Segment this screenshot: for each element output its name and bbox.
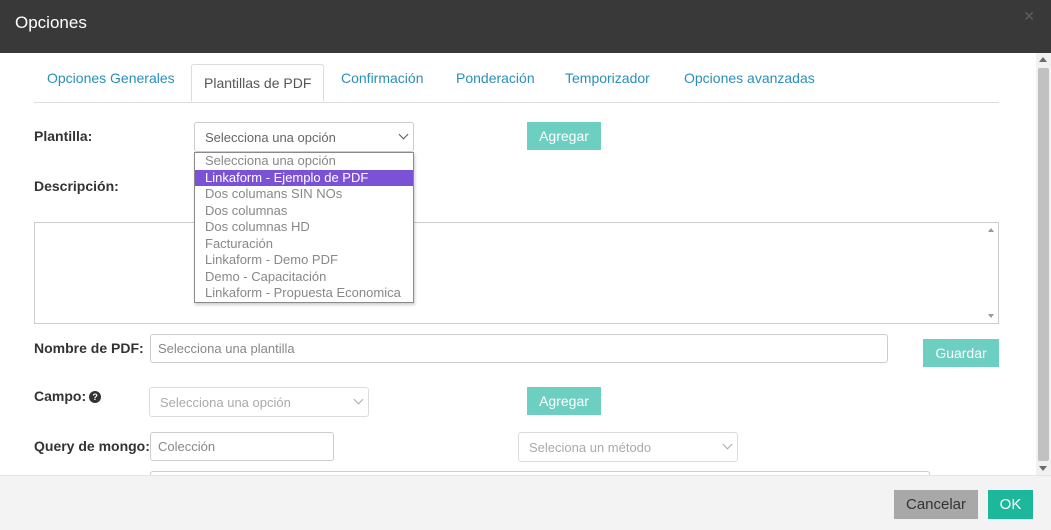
coleccion-input[interactable]: Colección	[150, 432, 334, 461]
dropdown-option-highlighted[interactable]: Linkaform - Ejemplo de PDF	[195, 169, 413, 186]
plantilla-dropdown-list: Selecciona una opción Linkaform - Ejempl…	[194, 152, 414, 303]
dropdown-option[interactable]: Demo - Capacitación	[195, 269, 413, 286]
campo-select[interactable]: Selecciona una opción	[149, 387, 369, 417]
agregar-plantilla-button[interactable]: Agregar	[527, 122, 601, 150]
tab-opciones-generales[interactable]: Opciones Generales	[47, 70, 175, 86]
descripcion-textarea[interactable]	[34, 222, 999, 324]
tab-temporizador[interactable]: Temporizador	[565, 70, 650, 86]
tab-confirmacion[interactable]: Confirmación	[341, 70, 423, 86]
scroll-up-icon[interactable]	[988, 228, 994, 232]
dropdown-option[interactable]: Selecciona una opción	[195, 153, 413, 170]
dialog-content: Opciones Generales Plantillas de PDF Con…	[0, 53, 1036, 475]
dropdown-option[interactable]: Facturación	[195, 236, 413, 253]
tab-opciones-avanzadas[interactable]: Opciones avanzadas	[684, 70, 815, 86]
nombre-pdf-label: Nombre de PDF:	[34, 340, 144, 356]
chevron-down-icon	[353, 394, 364, 405]
scroll-down-icon[interactable]	[988, 314, 994, 318]
tab-bar: Opciones Generales Plantillas de PDF Con…	[34, 64, 999, 103]
dialog-titlebar: Opciones ✕	[0, 0, 1051, 53]
dialog-scrollbar[interactable]	[1036, 53, 1051, 475]
metodo-select[interactable]: Seleciona un método	[518, 432, 738, 462]
tab-ponderacion[interactable]: Ponderación	[456, 70, 535, 86]
chevron-down-icon	[722, 439, 733, 450]
nombre-pdf-input[interactable]: Selecciona una plantilla	[150, 334, 888, 363]
agregar-campo-button[interactable]: Agregar	[527, 387, 601, 415]
guardar-button[interactable]: Guardar	[923, 339, 999, 367]
metodo-select-value: Seleciona un método	[529, 440, 652, 455]
dropdown-option[interactable]: Linkaform - Demo PDF	[195, 252, 413, 269]
plantilla-select-value: Selecciona una opción	[205, 130, 336, 145]
campo-label: Campo:?	[34, 388, 102, 404]
chevron-down-icon	[398, 129, 409, 140]
ok-button[interactable]: OK	[988, 490, 1033, 519]
plantilla-select[interactable]: Selecciona una opción	[194, 122, 414, 152]
dropdown-option[interactable]: Linkaform - Propuesta Economica	[195, 285, 413, 302]
help-icon[interactable]: ?	[89, 391, 102, 404]
campo-label-text: Campo:	[34, 388, 87, 404]
scroll-up-icon[interactable]	[1039, 57, 1047, 62]
scroll-down-icon[interactable]	[1039, 466, 1047, 471]
dialog-title: Opciones	[15, 13, 87, 32]
scrollbar-thumb[interactable]	[1038, 68, 1049, 461]
dropdown-option[interactable]: Dos columnas	[195, 203, 413, 220]
tab-plantillas-pdf[interactable]: Plantillas de PDF	[191, 64, 325, 102]
cancel-button[interactable]: Cancelar	[894, 490, 978, 519]
dropdown-option[interactable]: Dos columnas HD	[195, 219, 413, 236]
dialog-footer: Cancelar OK	[0, 475, 1051, 530]
dropdown-option[interactable]: Dos columans SIN NOs	[195, 186, 413, 203]
descripcion-label: Descripción:	[34, 178, 119, 194]
campo-select-value: Selecciona una opción	[160, 395, 291, 410]
plantilla-label: Plantilla:	[34, 128, 93, 144]
query-mongo-label: Query de mongo:	[34, 438, 150, 454]
close-icon[interactable]: ✕	[1023, 8, 1035, 25]
